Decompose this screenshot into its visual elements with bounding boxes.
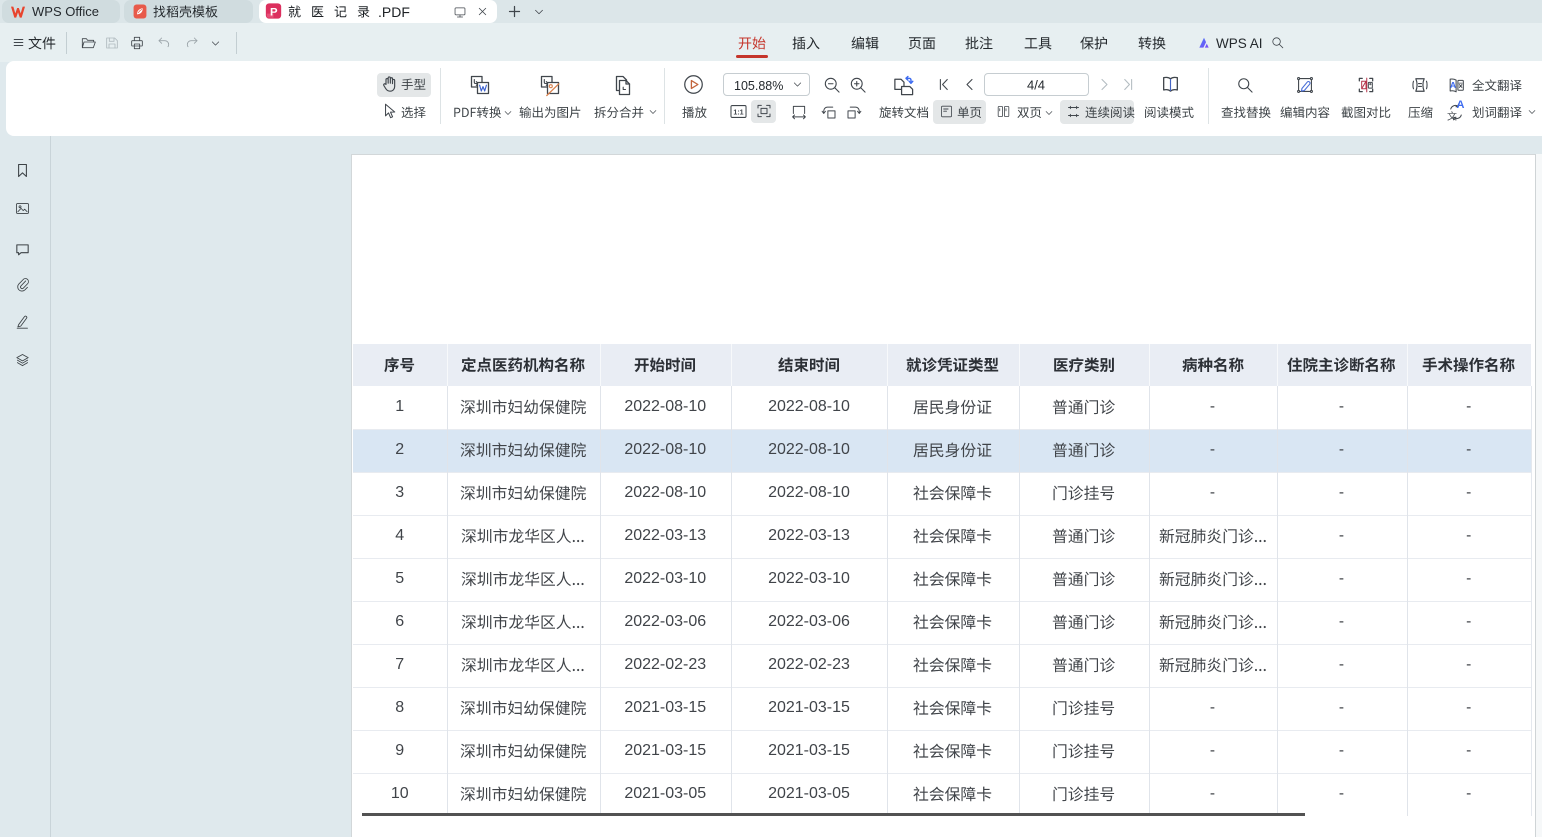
svg-text:A: A xyxy=(1450,80,1457,90)
svg-text:P: P xyxy=(270,6,278,18)
svg-text:1:1: 1:1 xyxy=(733,108,743,116)
